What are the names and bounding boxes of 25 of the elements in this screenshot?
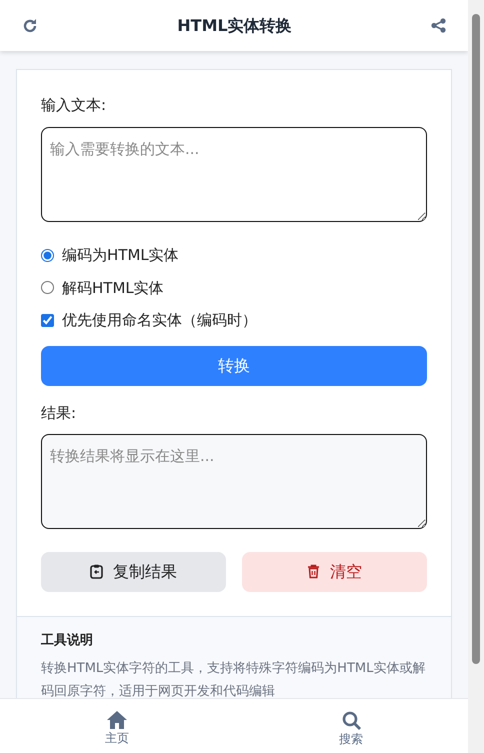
trash-icon — [307, 564, 320, 579]
scrollbar[interactable] — [468, 0, 484, 753]
share-icon[interactable] — [430, 18, 446, 33]
home-tab[interactable]: 主页 — [0, 699, 234, 753]
search-tab[interactable]: 搜索 — [234, 699, 468, 753]
input-field[interactable]: 输入需要转换的文本... — [41, 126, 427, 222]
page-title: HTML实体转换 — [177, 16, 292, 36]
clipboard-icon — [90, 564, 103, 579]
info-title: 工具说明 — [41, 632, 94, 648]
option-label[interactable]: 编码为HTML实体 — [62, 244, 179, 266]
result-field[interactable]: 转换结果将显示在这里... — [41, 434, 427, 529]
copy-button[interactable]: 复制结果 — [41, 552, 226, 592]
checkbox[interactable] — [41, 314, 54, 327]
convert-button[interactable]: 转换 — [41, 346, 427, 386]
info-text: 转换HTML实体字符的工具，支持将特殊字符编码为HTML实体或解码回原字符，适用于网页开发和代码编辑 — [41, 660, 426, 701]
result-label: 结果: — [41, 402, 78, 424]
home-icon — [107, 711, 127, 729]
radio-button[interactable] — [41, 248, 54, 262]
option-label[interactable]: 优先使用命名实体（编码时） — [62, 309, 257, 332]
radio-button[interactable] — [41, 281, 54, 294]
input-label: 输入文本: — [41, 95, 108, 116]
clear-button[interactable]: 清空 — [242, 552, 427, 592]
refresh-icon[interactable] — [22, 18, 38, 34]
option-label[interactable]: 解码HTML实体 — [62, 276, 164, 299]
search-icon — [342, 711, 360, 730]
